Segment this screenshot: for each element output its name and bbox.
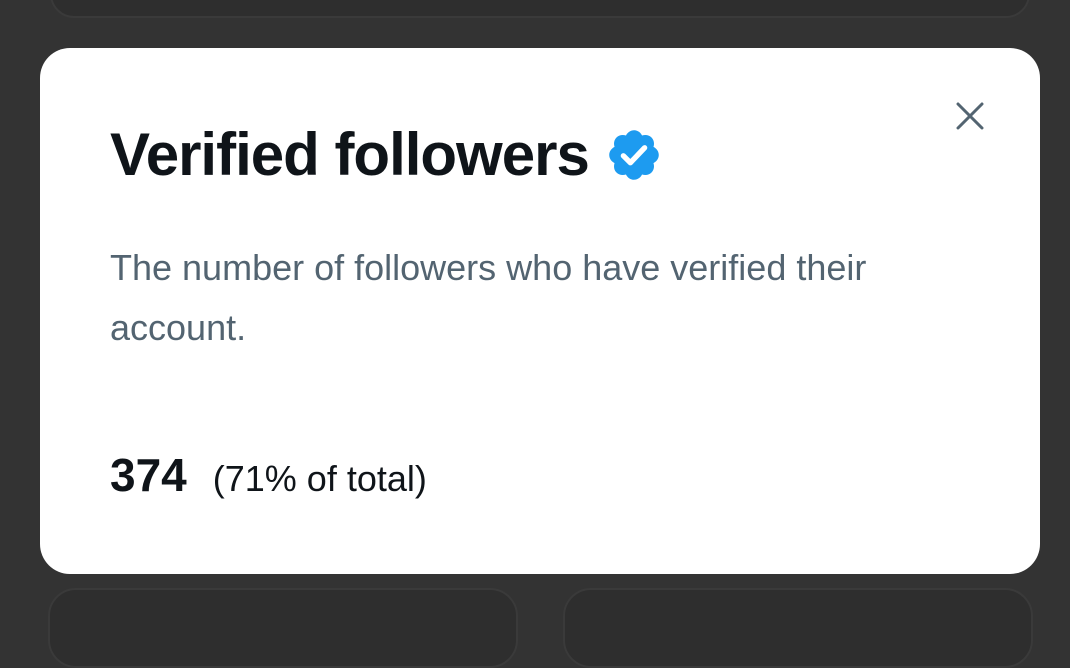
dialog-description: The number of followers who have verifie…	[110, 247, 867, 348]
verified-badge-icon	[609, 130, 659, 180]
dialog-title: Verified followers	[110, 121, 590, 188]
verified-count: 374	[110, 449, 187, 501]
verified-stats: 374 (71% of total)	[110, 448, 427, 502]
background-card-bottom-right	[563, 588, 1033, 668]
background-card-top	[50, 0, 1030, 18]
close-button[interactable]	[948, 94, 992, 138]
close-icon	[956, 102, 984, 130]
dialog-header: Verified followers	[110, 120, 663, 190]
verified-followers-dialog: Verified followers The number of followe…	[40, 48, 1040, 574]
background-card-bottom-left	[48, 588, 518, 668]
verified-badge	[605, 126, 663, 184]
verified-percent: (71% of total)	[212, 458, 427, 499]
